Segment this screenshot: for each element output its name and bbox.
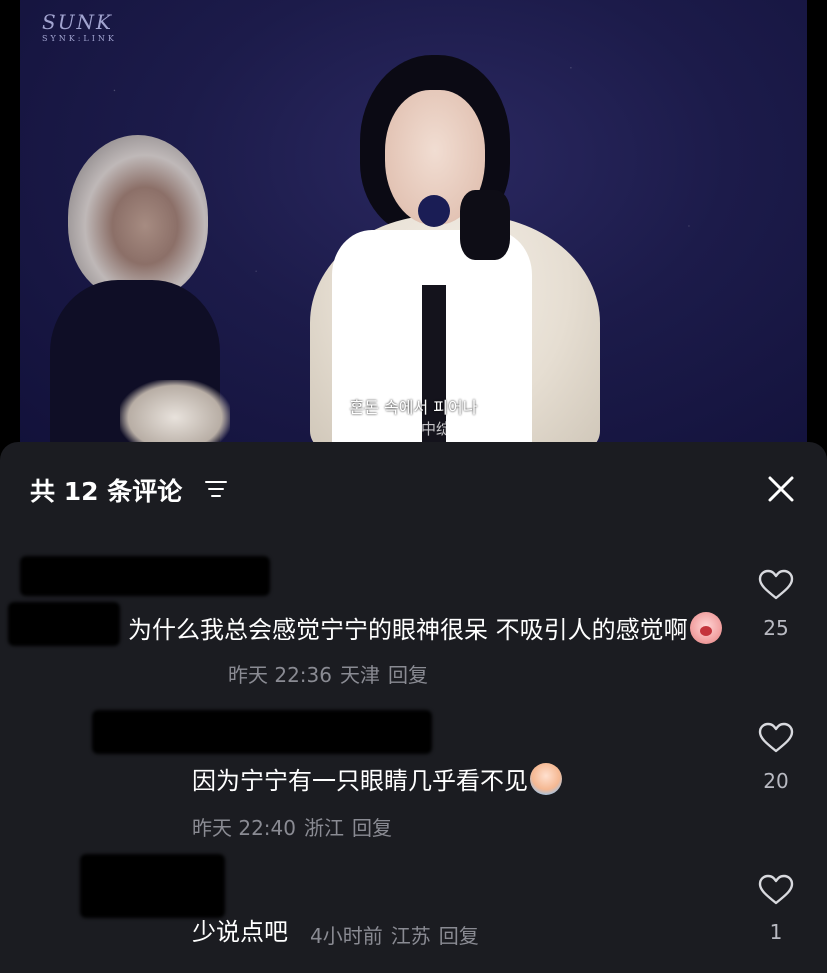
comment-2-like-count: 20 [763,769,789,793]
heart-icon[interactable] [758,874,794,906]
comment-3[interactable]: 少说点吧 [192,910,292,954]
redacted-avatar [8,602,120,646]
comment-1-time: 昨天 22:36 [228,663,332,687]
video-subtitle-chinese: 于混沌之中绽放 [360,420,466,438]
crying-face-emoji [689,612,722,644]
comment-1-location: 天津 [340,663,380,687]
comment-1-reply-button[interactable]: 回复 [388,663,428,687]
filter-icon[interactable] [205,480,227,498]
comment-1[interactable]: 为什么我总会感觉宁宁的眼神很呆 不吸引人的感觉啊 [128,608,728,652]
comment-1-like-count: 25 [763,616,789,640]
comment-2-reply-button[interactable]: 回复 [352,816,392,840]
concert-logo: SUNK SYNK:LINK [42,10,117,43]
comment-3-reply-button[interactable]: 回复 [439,924,479,948]
comment-2-time: 昨天 22:40 [192,816,296,840]
redacted-avatar-username [20,556,270,596]
performer-glove [460,190,510,260]
comment-1-meta: 昨天 22:36 天津 回复 [228,659,428,688]
redacted-avatar-username [92,710,432,754]
heart-icon[interactable] [758,722,794,754]
comments-panel: 共 12 条评论 为什么我总会感觉宁宁的眼神很呆 不吸引人的感觉啊 昨天 22:… [0,442,827,973]
comment-2[interactable]: 因为宁宁有一只眼睛几乎看不见 [192,759,712,803]
close-icon[interactable] [764,472,798,506]
comment-2-meta: 昨天 22:40 浙江 回复 [192,812,392,841]
background-performer-head [68,135,208,300]
sad-face-emoji [530,763,562,795]
microphone [418,195,450,227]
comment-2-location: 浙江 [304,816,344,840]
comment-3-meta: 4小时前 江苏 回复 [310,920,479,949]
comment-3-time: 4小时前 [310,924,383,948]
comment-3-like-count: 1 [769,920,783,944]
comment-count-title: 共 12 条评论 [30,477,183,506]
video-subtitle-korean: 혼돈 속에서 피어나 [349,398,478,417]
comment-3-location: 江苏 [390,924,431,948]
video-player[interactable]: SUNK SYNK:LINK 혼돈 속에서 피어나 于混沌之中绽放 [20,0,807,452]
comment-3-text: 少说点吧 [192,918,288,946]
comment-2-text: 因为宁宁有一只眼睛几乎看不见 [192,767,528,795]
heart-icon[interactable] [758,569,794,601]
comment-1-text: 为什么我总会感觉宁宁的眼神很呆 不吸引人的感觉啊 [128,616,688,644]
redacted-avatar-username [80,854,225,918]
